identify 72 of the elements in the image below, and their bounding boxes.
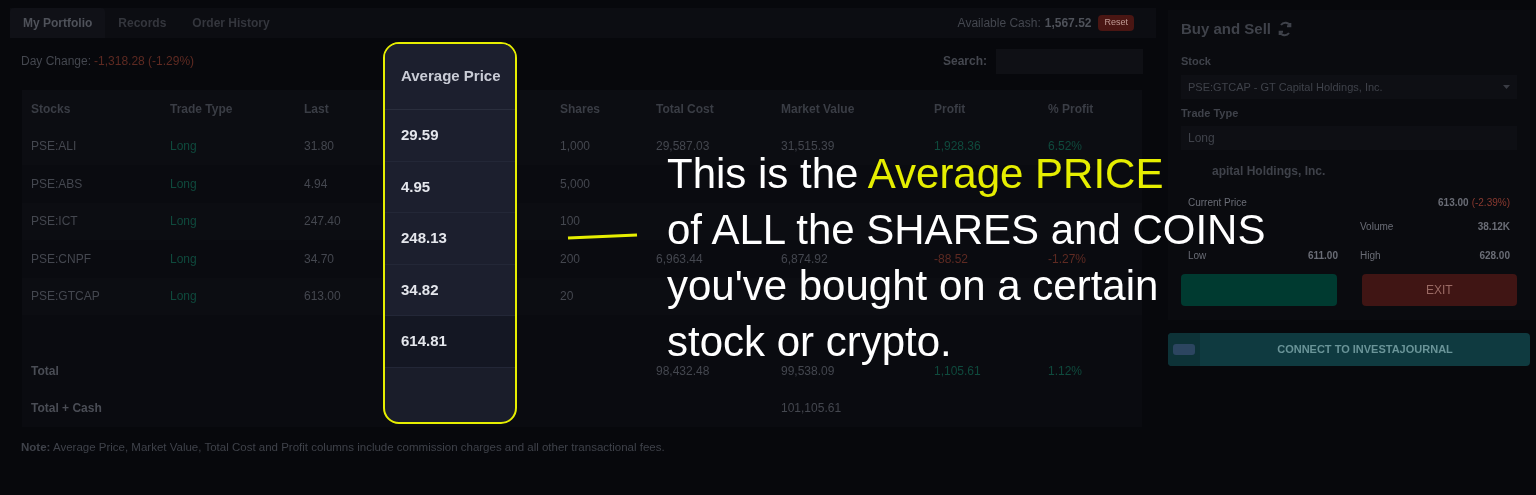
table-cell-text: 613.00 [304,288,341,306]
callout-line: stock or crypto. [667,321,952,363]
table-cell-text: 1,105.61 [934,363,981,380]
trade-type-label: Trade Type [1181,106,1240,121]
day-change-value: -1,318.28 (-1.29%) [94,53,195,70]
table-cell-text: 31,515.39 [781,138,835,156]
tab[interactable]: My Portfolio [10,8,106,38]
price-change: (-2.39%) [1471,196,1510,210]
exit-button[interactable]: EXIT [1361,273,1517,306]
search-label: Search: [942,53,987,70]
refresh-icon[interactable] [1277,21,1294,38]
stat-value: 611.00 [1307,248,1338,263]
stat-label: Current Price [1188,196,1247,210]
table-cell-text: Total + Cash [31,400,102,418]
table-cell-text: Long [170,175,197,193]
available-cash-label: Available Cash: [957,15,1041,32]
table-cell-text: 1,000 [560,138,591,156]
table-cell-text: PSE:ICT [31,213,78,231]
table-cell-text: 101,105.61 [781,400,842,418]
table-cell-text: Long [170,250,197,268]
table-cell-text: 248.13 [401,228,447,248]
table-cell-text: 34.70 [304,250,335,268]
table-cell-text: 247.40 [304,213,341,231]
column-header: Average Price [401,66,501,87]
table-cell-text: -88.52 [934,250,969,268]
table-cell-text: 100 [560,213,581,231]
table-cell-text: 20 [560,288,574,306]
table-cell-text: PSE:CNPF [31,250,91,268]
panel-title: Buy and Sell [1181,19,1272,39]
callout-line: of ALL the SHARES and COINS [667,209,1266,251]
day-change-label: Day Change: [21,53,92,70]
leader-line [567,233,638,240]
callout-line: This is the Average PRICE [667,153,1164,195]
table-cell-text: 200 [560,250,581,268]
table-cell-text: PSE:GTCAP [31,288,100,306]
stat-label: Low [1188,248,1207,263]
table-cell-text: 6,874.92 [781,250,828,268]
note-text: Note: Average Price, Market Value, Total Cost and Profit columns include commission charges and all other transactional fees. [21,440,666,455]
table-cell-text: 29.59 [401,125,439,145]
available-cash-value: 1,567.52 [1044,15,1092,32]
table-cell-text: PSE:ABS [31,175,83,193]
reset-button[interactable]: Reset [1098,15,1134,31]
entry-button[interactable] [1181,273,1337,306]
stat-label: High [1360,248,1381,263]
callout-line: you've bought on a certain [667,265,1159,307]
table-cell-text: PSE:ALI [31,138,77,156]
table-cell-text: 99,538.09 [781,363,835,380]
connect-button[interactable]: CONNECT TO INVESTAJOURNAL [1168,332,1530,366]
table-cell-text: 1,928.36 [934,138,981,156]
table-cell-text: 6,963.44 [656,250,703,268]
table-cell-text: 98,432.48 [656,362,710,380]
table-cell-text: 34.82 [401,279,439,300]
table-cell-text: 5,000 [560,175,591,193]
table-cell-text: 4.95 [401,176,431,197]
table-cell-text: Long [170,138,197,156]
stat-value: 613.00 [1438,196,1469,210]
stat-value: 38.12K [1477,219,1510,234]
table-cell-text: 29,587.03 [656,138,710,156]
table-cell-text: 31.80 [304,138,335,156]
table-cell-text: 614.81 [401,331,447,351]
table-cell-text: Long [170,213,197,231]
table-cell-text: 4.94 [304,175,328,193]
caret-icon [1503,85,1510,89]
table-cell-text: Long [170,288,197,306]
stat-label: Volume [1360,219,1394,234]
table-cell-text: -1.27% [1048,250,1087,268]
table-cell-text: Total [31,362,59,380]
stat-value: 628.00 [1479,248,1510,263]
table-cell-text: 6.52% [1048,138,1083,156]
stock-label: Stock [1181,53,1212,69]
table-cell-text: 1.12% [1048,362,1083,380]
company-name: apital Holdings, Inc. [1211,162,1327,180]
